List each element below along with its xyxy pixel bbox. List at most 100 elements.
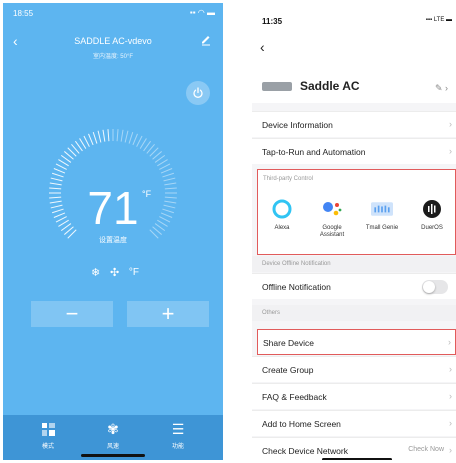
device-information-row[interactable]: Device Information › [252,111,456,137]
check-device-network-row[interactable]: Check Device Network Check Now › [252,437,456,460]
tab-fan-speed[interactable]: ✾ 风速 [83,420,143,451]
status-time: 11:35 [262,17,283,26]
service-google-assistant[interactable]: Google Assistant [310,198,354,239]
dial-tick [83,135,90,147]
row-label: Create Group [262,365,314,375]
fahrenheit-indicator: °F [128,266,139,278]
chevron-right-icon: › [449,146,452,156]
offline-notification-row: Offline Notification [252,273,456,299]
tap-to-run-row[interactable]: Tap-to-Run and Automation › [252,138,456,164]
power-icon [193,87,203,98]
fan-speed-icon: ✣ [109,266,120,279]
row-label: Device Information [262,120,333,130]
chevron-right-icon: › [449,119,452,129]
mode-indicators: ❄ ✣ °F [91,265,139,279]
tab-mode-label: 模式 [41,444,54,450]
service-dueros[interactable]: DuerOS [410,198,454,232]
menu-icon: ☰ [171,420,185,437]
dial-tick [160,168,173,174]
create-group-row[interactable]: Create Group › [252,356,456,382]
header: ‹ SADDLE AC-vdevo 室内温度: 50°F [3,29,223,65]
row-label: Offline Notification [262,282,331,292]
google-assistant-icon [323,202,342,216]
alexa-icon [272,199,292,219]
power-button[interactable] [186,81,210,105]
chevron-right-icon: › [449,391,452,401]
service-name: Google Assistant [319,225,345,238]
service-tmall-genie[interactable]: Tmall Genie [360,198,404,232]
status-bar: 18:55 ▪▪ ◠ ▬ [3,3,223,23]
set-temperature-label: 设置温度 [99,237,127,244]
dial-tick [58,159,69,167]
row-label: Add to Home Screen [262,419,341,429]
dueros-icon [423,200,441,218]
row-label: FAQ & Feedback [262,392,327,402]
tab-fan-speed-label: 风速 [106,444,119,450]
dial-tick [139,138,147,149]
dial-tick [157,159,168,167]
service-name: DuerOS [421,225,443,231]
offline-notification-toggle[interactable] [422,280,448,294]
fan-icon: ✾ [107,420,119,437]
section-title: Third-party Control [263,176,314,182]
offline-section-header: Device Offline Notification [252,256,456,272]
home-indicator [81,454,145,457]
temperature-unit: °F [142,189,152,199]
dial-tick [55,163,67,170]
back-icon[interactable]: ‹ [260,39,265,55]
add-to-home-screen-row[interactable]: Add to Home Screen › [252,410,456,436]
chevron-right-icon: › [449,418,452,428]
device-name: Saddle AC [300,79,360,93]
row-label: Check Device Network [262,446,348,456]
dial-tick [102,129,106,142]
section-title: Device Offline Notification [262,261,331,267]
chevron-right-icon: › [448,337,451,347]
service-name: Tmall Genie [365,225,399,231]
dial-tick [51,172,64,178]
dial-tick [162,172,175,178]
dial-tick [124,130,129,143]
dial-tick [97,130,102,143]
grid-icon [41,422,55,436]
service-name: Alexa [274,225,290,231]
dial-tick [128,131,134,144]
chevron-right-icon: › [449,364,452,374]
tab-mode[interactable]: 模式 [18,421,78,450]
tab-function[interactable]: ☰ 功能 [148,420,208,451]
others-section-header: Others [252,305,456,321]
row-label: Tap-to-Run and Automation [262,147,366,157]
third-party-control-panel: Third-party Control Alexa Google Assista… [257,169,456,255]
check-now-link[interactable]: Check Now [408,446,444,453]
decrease-button[interactable]: − [31,301,113,327]
increase-button[interactable]: + [127,301,209,327]
dial-tick [136,135,143,147]
edit-icon[interactable]: ✎ › [435,83,448,94]
snowflake-icon: ❄ [91,266,101,279]
device-title: SADDLE AC-vdevo [74,36,152,46]
dial-tick [107,129,110,142]
status-time: 18:55 [13,9,34,18]
chevron-right-icon: › [449,445,452,455]
edit-icon[interactable] [199,32,213,46]
device-settings-screen: 11:35 ▪▪▪ LTE ▬ ‹ Saddle AC ✎ › Device I… [252,3,456,460]
share-device-row[interactable]: Share Device › [257,329,456,355]
dial-tick [88,133,94,146]
dial-tick [92,131,98,144]
tab-function-label: 功能 [171,444,184,450]
dial-tick [159,163,171,170]
device-row: Saddle AC [262,79,360,93]
ac-control-screen: 18:55 ▪▪ ◠ ▬ ‹ SADDLE AC-vdevo 室内温度: 50°… [3,3,223,460]
row-label: Share Device [263,338,315,348]
dial-tick [53,168,66,174]
dial-tick [132,133,138,146]
dial-tick [120,129,124,142]
air-conditioner-icon [262,81,292,91]
home-indicator [322,458,392,460]
dial-tick [116,129,119,142]
section-title: Others [262,310,281,316]
faq-feedback-row[interactable]: FAQ & Feedback › [252,383,456,409]
tmall-genie-icon [371,202,393,216]
service-alexa[interactable]: Alexa [260,198,304,232]
signal-battery-icon: ▪▪▪ LTE ▬ [425,17,452,23]
status-bar: 11:35 ▪▪▪ LTE ▬ [252,3,456,33]
